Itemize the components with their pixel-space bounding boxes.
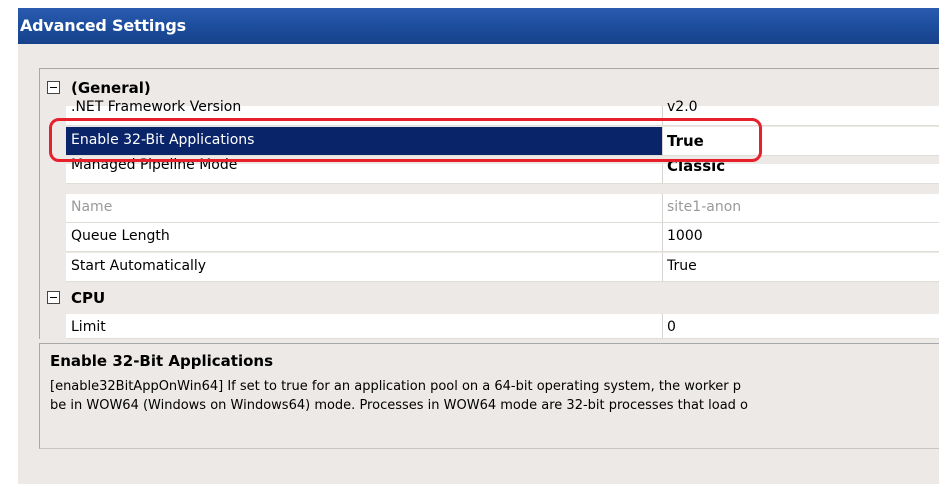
category-label: (General) <box>71 79 151 97</box>
property-name: Queue Length <box>66 223 663 252</box>
property-name: Enable 32-Bit Applications <box>66 127 663 156</box>
title-bar: Advanced Settings <box>18 8 939 44</box>
description-panel: Enable 32-Bit Applications [enable32BitA… <box>39 343 939 449</box>
category-general[interactable]: (General) <box>40 74 939 102</box>
property-value[interactable]: True <box>663 127 939 156</box>
property-value[interactable]: 0 <box>663 314 939 339</box>
property-row-queue-length[interactable]: Queue Length 1000 <box>66 223 939 252</box>
property-name: .NET Framework Version <box>66 99 663 126</box>
property-row-managed-pipeline-mode[interactable]: Managed Pipeline Mode Classic <box>66 157 939 184</box>
category-cpu[interactable]: CPU <box>40 284 939 312</box>
property-grid: (General) .NET Framework Version v2.0 En… <box>39 68 939 339</box>
property-value[interactable]: v2.0 <box>663 99 939 126</box>
property-value[interactable]: Classic <box>663 157 939 184</box>
collapse-toggle-icon[interactable] <box>47 81 60 94</box>
property-name: Managed Pipeline Mode <box>66 157 663 184</box>
property-row-enable-32bit[interactable]: Enable 32-Bit Applications True <box>66 127 939 156</box>
property-name: Start Automatically <box>66 253 663 282</box>
property-row-net-framework-version[interactable]: .NET Framework Version v2.0 <box>66 99 939 126</box>
property-value: site1-anon <box>663 194 939 223</box>
advanced-settings-dialog: Advanced Settings (General) .NET Framewo… <box>18 8 939 484</box>
description-text: [enable32BitAppOnWin64] If set to true f… <box>50 379 749 413</box>
description-title: Enable 32-Bit Applications <box>50 352 273 370</box>
property-value[interactable]: 1000 <box>663 223 939 252</box>
property-value[interactable]: True <box>663 253 939 282</box>
dialog-title: Advanced Settings <box>20 16 186 35</box>
category-label: CPU <box>71 289 106 307</box>
property-name: Limit <box>66 314 663 339</box>
collapse-toggle-icon[interactable] <box>47 291 60 304</box>
property-name: Name <box>66 194 663 223</box>
property-row-name[interactable]: Name site1-anon <box>66 194 939 223</box>
property-row-start-automatically[interactable]: Start Automatically True <box>66 253 939 282</box>
property-row-limit[interactable]: Limit 0 <box>66 314 939 339</box>
